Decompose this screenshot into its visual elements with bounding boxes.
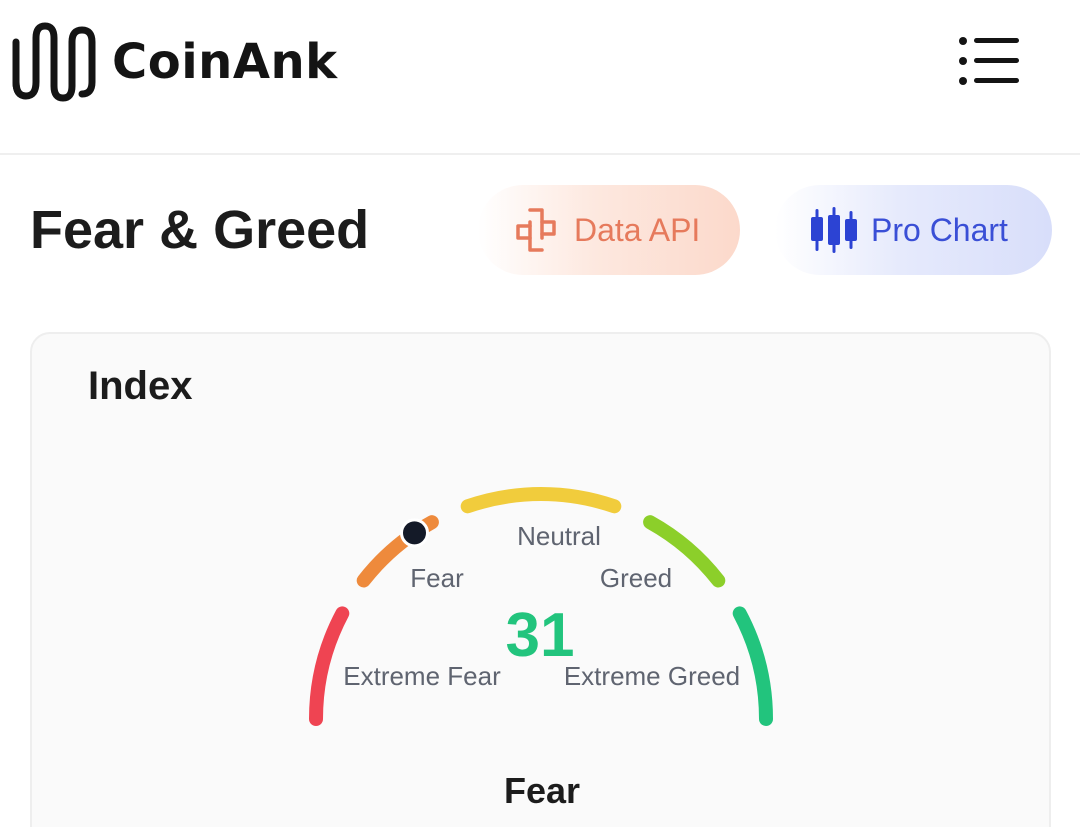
candlestick-icon bbox=[811, 207, 857, 253]
brand-logo[interactable]: CoinAnk bbox=[12, 22, 338, 102]
menu-button[interactable] bbox=[956, 36, 1022, 88]
top-header: CoinAnk bbox=[0, 0, 1080, 155]
zone-label-neutral: Neutral bbox=[517, 521, 601, 551]
gauge-arc-neutral bbox=[460, 487, 622, 514]
data-api-label: Data API bbox=[574, 211, 701, 248]
gauge-marker bbox=[400, 518, 429, 548]
menu-list-icon bbox=[959, 37, 1019, 85]
pro-chart-label: Pro Chart bbox=[871, 211, 1008, 248]
api-plug-icon bbox=[516, 208, 556, 252]
gauge-arc-extreme-fear bbox=[309, 606, 350, 726]
brand-name: CoinAnk bbox=[112, 34, 338, 90]
title-row: Fear & Greed Data API Pro Chart bbox=[0, 157, 1080, 307]
index-classification: Fear bbox=[504, 770, 580, 811]
fear-greed-gauge: Neutral Fear Greed Extreme Fear Extreme … bbox=[309, 487, 773, 811]
data-api-button[interactable]: Data API bbox=[478, 185, 740, 275]
gauge-arc-extreme-greed bbox=[732, 606, 773, 726]
index-card: Index Neutral Fear Greed Extreme Fear Ex… bbox=[30, 332, 1051, 827]
coinank-wave-icon bbox=[12, 22, 96, 102]
zone-label-extreme-fear: Extreme Fear bbox=[343, 661, 501, 691]
pro-chart-button[interactable]: Pro Chart bbox=[775, 185, 1052, 275]
zone-label-extreme-greed: Extreme Greed bbox=[564, 661, 740, 691]
index-value: 31 bbox=[506, 601, 575, 670]
page-title: Fear & Greed bbox=[30, 200, 370, 260]
zone-label-fear: Fear bbox=[410, 563, 464, 593]
zone-label-greed: Greed bbox=[600, 563, 672, 593]
